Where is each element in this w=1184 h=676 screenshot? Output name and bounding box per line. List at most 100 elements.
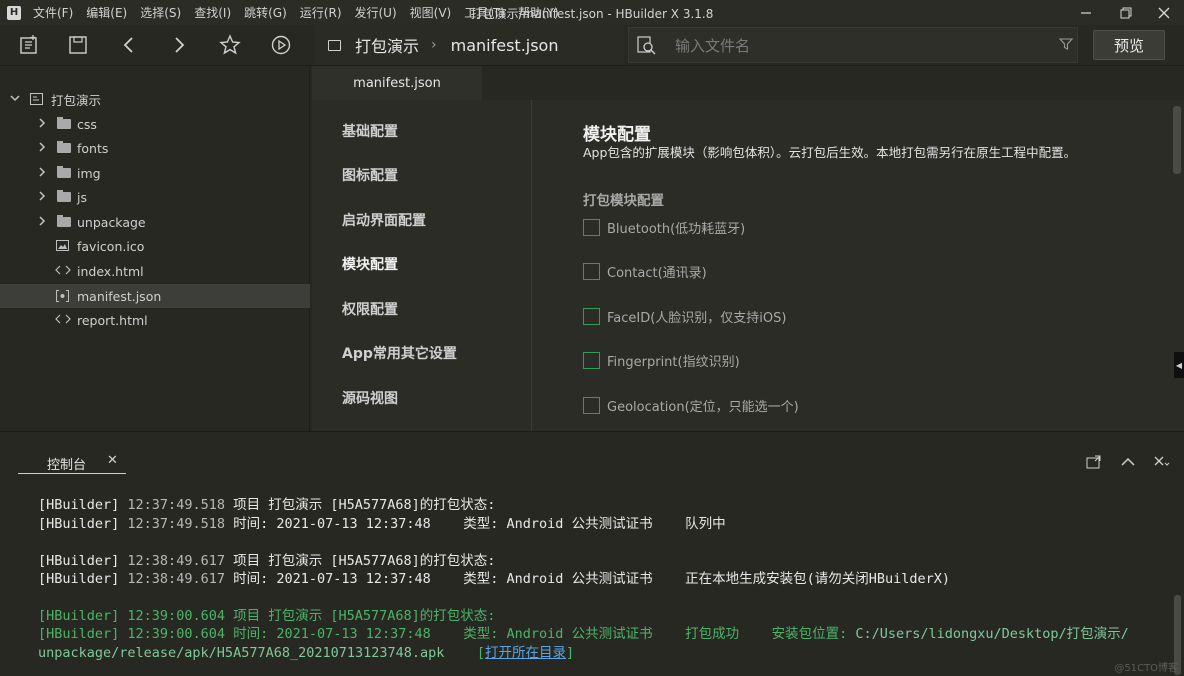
tree-item-report-html[interactable]: report.html <box>0 308 310 332</box>
menu-view[interactable]: 视图(V) <box>410 4 452 21</box>
breadcrumb: 打包演示 › manifest.json <box>314 25 624 65</box>
open-directory-link[interactable]: 打开所在目录 <box>485 645 566 661</box>
filter-icon[interactable] <box>1058 37 1074 55</box>
folder-icon <box>57 190 71 202</box>
folder-icon <box>57 166 71 178</box>
chevron-right-icon: › <box>431 37 437 53</box>
tree-item-project[interactable]: 打包演示 <box>0 87 310 111</box>
tree-item-label: manifest.json <box>77 288 162 304</box>
restore-icon[interactable] <box>1106 0 1146 25</box>
project-icon <box>30 93 44 105</box>
apk-path[interactable]: C:/Users/lidongxu/Desktop/打包演示/ <box>855 626 1128 642</box>
menu-publish[interactable]: 发行(U) <box>355 4 397 21</box>
chevron-right-icon[interactable] <box>36 141 48 156</box>
chevron-right-icon[interactable] <box>36 166 48 181</box>
menu-help[interactable]: 帮助(Y) <box>518 4 559 21</box>
editor-tab-bar: manifest.json <box>312 66 1184 100</box>
breadcrumb-project[interactable]: 打包演示 <box>355 33 419 57</box>
folder-icon <box>57 141 71 153</box>
module-checkbox[interactable] <box>583 218 600 236</box>
module-contact: Contact(通讯录) <box>583 261 707 281</box>
console-line: [HBuilder] 12:39:00.604 时间: 2021-07-13 1… <box>38 626 1129 642</box>
nav-module-config[interactable]: 模块配置 <box>342 254 398 274</box>
tree-item-fonts[interactable]: fonts <box>0 136 310 160</box>
close-window-icon[interactable] <box>1144 0 1184 25</box>
tree-item-manifest-json[interactable]: manifest.json <box>0 284 310 308</box>
watermark: @51CTO博客 <box>1114 663 1178 674</box>
file-search-box <box>628 27 1078 63</box>
tree-item-js[interactable]: js <box>0 185 310 209</box>
collapse-arrow-icon[interactable]: ◀ <box>1174 352 1184 378</box>
title-bar: H 文件(F) 编辑(E) 选择(S) 查找(I) 跳转(G) 运行(R) 发行… <box>0 0 1184 25</box>
menu-select[interactable]: 选择(S) <box>140 4 181 21</box>
folder-icon <box>57 215 71 227</box>
menu-find[interactable]: 查找(I) <box>194 4 231 21</box>
tree-item-index-html[interactable]: index.html <box>0 259 310 283</box>
forward-icon[interactable] <box>166 33 192 57</box>
menu-goto[interactable]: 跳转(G) <box>244 4 287 21</box>
module-faceid: FaceID(人脸识别，仅支持iOS) <box>583 306 786 326</box>
back-icon[interactable] <box>116 33 142 57</box>
nav-splash-config[interactable]: 启动界面配置 <box>342 210 426 230</box>
search-icon <box>637 36 657 60</box>
module-checkbox[interactable] <box>583 396 600 414</box>
maximize-panel-icon[interactable] <box>1083 452 1103 472</box>
tab-manifest-json[interactable]: manifest.json <box>312 66 482 100</box>
tree-item-label: report.html <box>77 312 148 328</box>
new-file-icon[interactable] <box>16 33 42 57</box>
module-bluetooth: Bluetooth(低功耗蓝牙) <box>583 217 745 237</box>
menu-edit[interactable]: 编辑(E) <box>86 4 127 21</box>
run-icon[interactable] <box>268 33 294 57</box>
hbuilder-logo-icon: H <box>7 5 21 20</box>
favorite-star-icon[interactable] <box>217 33 243 57</box>
module-fingerprint: Fingerprint(指纹识别) <box>583 350 740 370</box>
tree-item-favicon[interactable]: favicon.ico <box>0 234 310 258</box>
console-line: [HBuilder] 12:38:49.617 时间: 2021-07-13 1… <box>38 571 950 587</box>
close-icon[interactable]: ✕ <box>107 453 118 468</box>
module-label: Bluetooth(低功耗蓝牙) <box>607 221 746 237</box>
menu-run[interactable]: 运行(R) <box>300 4 342 21</box>
chevron-right-icon[interactable] <box>36 117 48 132</box>
module-checkbox[interactable] <box>583 262 600 280</box>
nav-basic-config[interactable]: 基础配置 <box>342 121 398 141</box>
page-description: App包含的扩展模块（影响包体积）。云打包后生效。本地打包需另行在原生工程中配置… <box>583 145 1077 160</box>
nav-app-other-settings[interactable]: App常用其它设置 <box>342 343 457 363</box>
search-input[interactable] <box>675 35 1045 57</box>
tree-item-label: 打包演示 <box>51 92 102 108</box>
tree-item-unpackage[interactable]: unpackage <box>0 210 310 234</box>
preview-button[interactable]: 预览 <box>1093 30 1165 60</box>
breadcrumb-file[interactable]: manifest.json <box>451 36 559 55</box>
close-panel-icon[interactable] <box>1152 452 1172 472</box>
nav-source-view[interactable]: 源码视图 <box>342 388 398 408</box>
console-panel: 控制台 ✕ [HBuilder] 12:37:49.518 项目 打包演示 [H… <box>0 431 1184 676</box>
section-heading: 打包模块配置 <box>583 193 664 209</box>
chevron-right-icon[interactable] <box>36 190 48 205</box>
menu-tools[interactable]: 工具(T) <box>464 4 505 21</box>
console-line: [HBuilder] 12:37:49.518 时间: 2021-07-13 1… <box>38 516 726 532</box>
tree-item-css[interactable]: css <box>0 112 310 136</box>
save-icon[interactable] <box>65 33 91 57</box>
tree-item-label: js <box>77 189 87 205</box>
tree-item-label: css <box>77 116 97 132</box>
project-explorer: 打包演示 css fonts img js unpackage favicon.… <box>0 66 310 431</box>
chevron-right-icon[interactable] <box>36 215 48 230</box>
nav-icon-config[interactable]: 图标配置 <box>342 165 398 185</box>
tree-item-img[interactable]: img <box>0 161 310 185</box>
apk-path[interactable]: unpackage/release/apk/H5A577A68_20210713… <box>38 645 444 661</box>
module-checkbox[interactable] <box>583 351 600 369</box>
module-checkbox[interactable] <box>583 307 600 325</box>
tree-item-label: fonts <box>77 140 109 156</box>
module-label: Contact(通讯录) <box>607 265 707 281</box>
folder-icon <box>57 117 71 129</box>
tree-item-label: img <box>77 165 101 181</box>
minimize-icon[interactable] <box>1066 0 1106 25</box>
nav-permission-config[interactable]: 权限配置 <box>342 299 398 319</box>
editor-scrollbar[interactable] <box>1173 106 1181 174</box>
tree-item-label: unpackage <box>77 214 146 230</box>
tab-console[interactable]: 控制台 ✕ <box>18 452 126 474</box>
chevron-up-icon[interactable] <box>1118 452 1138 472</box>
project-icon <box>328 39 341 51</box>
chevron-down-icon[interactable] <box>9 92 21 107</box>
menu-file[interactable]: 文件(F) <box>33 4 73 21</box>
tree-item-label: favicon.ico <box>77 238 145 254</box>
